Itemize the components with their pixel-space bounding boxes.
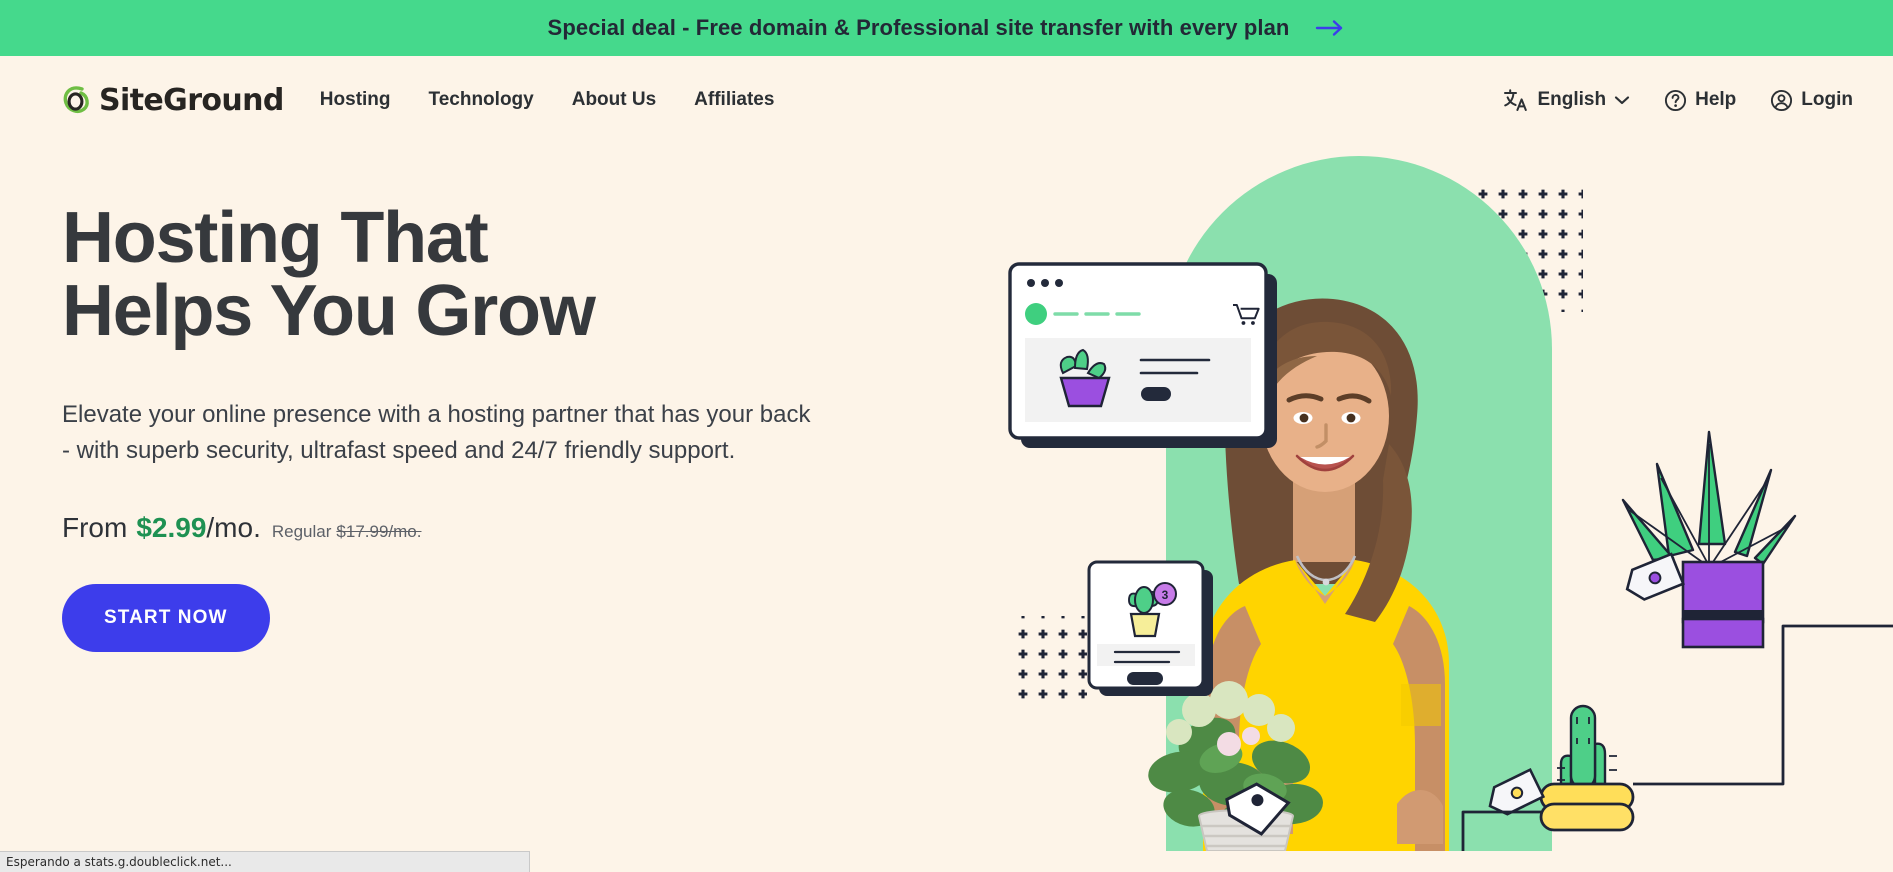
price-period: /mo. [206,511,261,543]
window-dots [1027,279,1063,287]
hero-illustration: 3 [993,144,1893,851]
price-row: From $2.99 /mo. Regular $17.99/mo. [62,512,942,544]
brand-logo[interactable]: SiteGround [62,83,284,118]
header-utilities: English Help Login [1503,88,1853,112]
page-root: Special deal - Free domain & Professiona… [0,0,1893,872]
small-cactus [1593,664,1609,726]
quantity-badge: 3 [1153,582,1177,606]
browser-status-bar: Esperando a stats.g.doubleclick.net... [0,851,530,872]
nav-item-about-us[interactable]: About Us [572,89,656,111]
chevron-down-icon[interactable] [1614,95,1630,105]
primary-navigation: Hosting Technology About Us Affiliates [320,89,775,111]
regular-price-strikethrough: $17.99/mo. [336,521,422,541]
hero-section: Hosting That Helps You Grow Elevate your… [0,144,1893,851]
card-buy-button [1127,672,1163,685]
browser-window-card [1008,262,1277,448]
language-label: English [1537,89,1607,110]
price-amount: $2.99 [136,511,207,543]
login-link[interactable]: Login [1770,89,1853,112]
help-label: Help [1695,89,1737,110]
user-circle-icon [1770,89,1793,112]
product-card: 3 [1087,560,1213,696]
nav-item-hosting[interactable]: Hosting [320,89,391,111]
site-logo-dot [1025,303,1047,325]
hero-copy: Hosting That Helps You Grow Elevate your… [62,198,942,652]
language-selector[interactable]: English [1503,88,1630,112]
translate-icon [1503,88,1529,112]
regular-label: Regular [271,521,332,541]
product-buy-button [1141,387,1171,401]
login-label: Login [1801,89,1853,110]
price-tag-icon-right [1625,552,1685,601]
nav-item-technology[interactable]: Technology [429,89,534,111]
badge-count: 3 [1162,588,1169,602]
siteground-swirl-logo-icon [62,83,92,117]
promo-banner-text: Special deal - Free domain & Professiona… [547,15,1290,40]
right-plant [1621,430,1797,649]
question-circle-icon [1664,89,1687,112]
status-bar-text: Esperando a stats.g.doubleclick.net... [6,855,232,869]
nav-item-affiliates[interactable]: Affiliates [694,89,774,111]
promo-banner[interactable]: Special deal - Free domain & Professiona… [0,0,1893,56]
start-now-button[interactable]: START NOW [62,583,270,652]
brand-name: SiteGround [99,82,284,118]
site-header: SiteGround Hosting Technology About Us A… [0,56,1893,144]
arrow-right-icon[interactable] [1315,18,1345,38]
page-title: Hosting That Helps You Grow [62,198,596,352]
product-area [1025,338,1251,422]
price-from-label: From [62,511,128,543]
help-link[interactable]: Help [1664,89,1736,112]
dot-pattern-left [1011,616,1087,706]
hero-subtitle: Elevate your online presence with a host… [62,400,811,465]
